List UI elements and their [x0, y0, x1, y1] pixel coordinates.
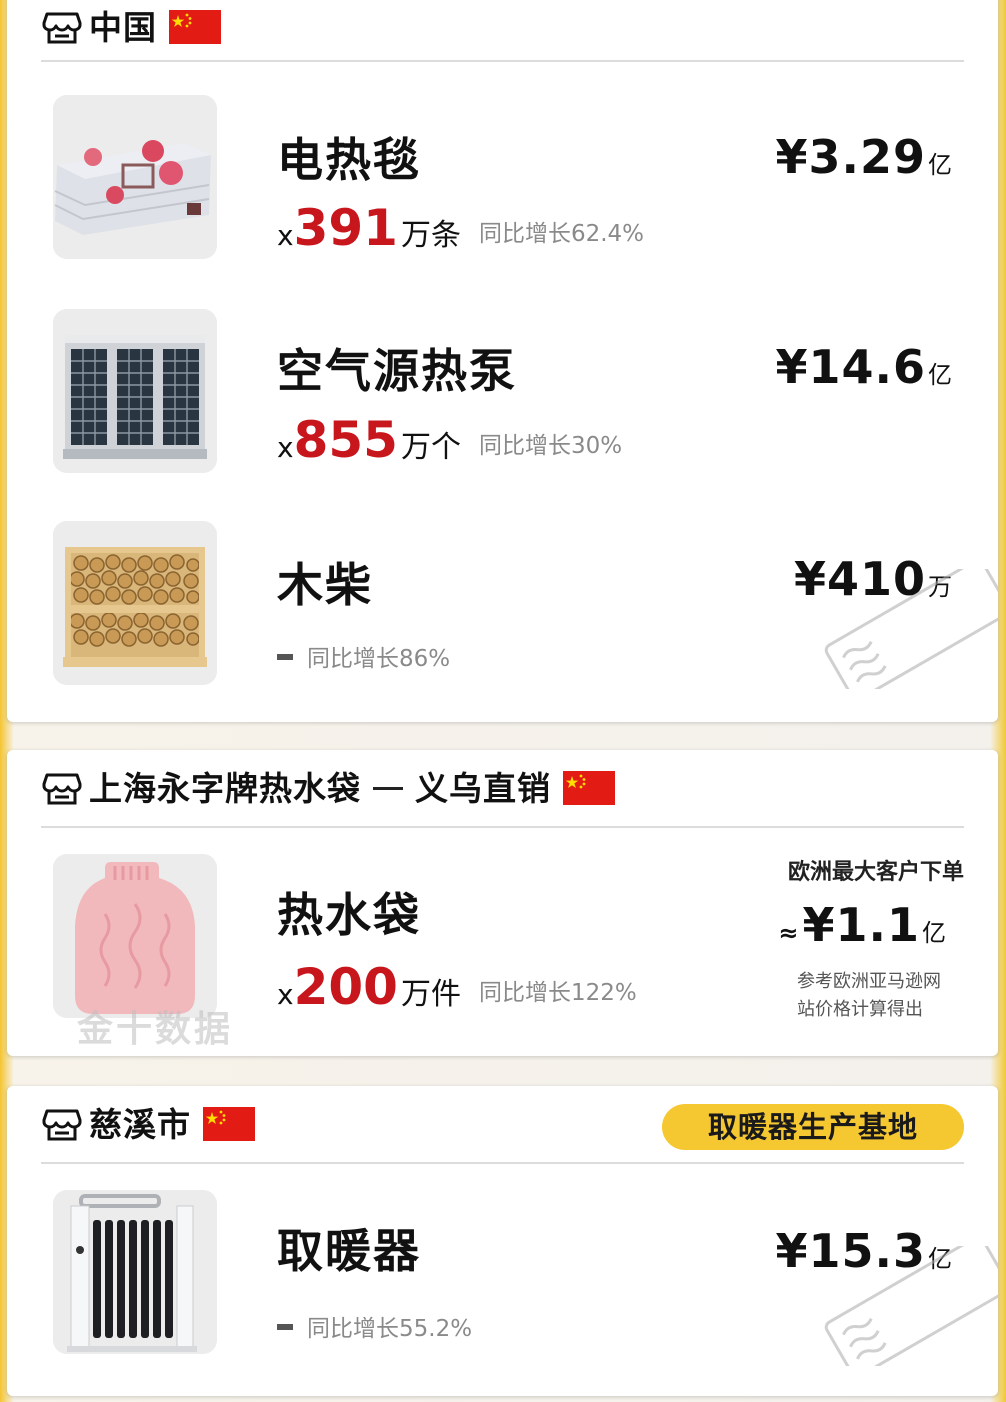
section-card-hot-water-bag: 上海永字牌热水袋 义乌直销 金十数据 热水袋 x200 万件 同比增长122% 欧洲…	[7, 750, 998, 1056]
region-title: 中国	[89, 7, 157, 47]
product-image-heat-pump	[53, 309, 217, 473]
growth-rate: 同比增长30%	[478, 433, 623, 459]
section-header: 中国	[41, 0, 964, 62]
growth-rate: 同比增长55.2%	[307, 1316, 473, 1342]
store-icon	[42, 12, 82, 44]
china-flag-icon	[203, 1107, 255, 1141]
product-image-firewood	[53, 521, 217, 685]
price-note-line: 参考欧洲亚马逊网	[797, 971, 941, 992]
no-quantity-dash	[277, 654, 293, 660]
title-separator	[373, 786, 403, 790]
product-name: 取暖器	[277, 1224, 421, 1278]
quantity-unit: 万条	[400, 218, 461, 253]
store-icon	[42, 1109, 82, 1141]
region-subtitle: 义乌直销	[415, 768, 551, 808]
product-growth-row: 同比增长86%	[277, 648, 450, 671]
sales-value: ≈¥1.1亿	[778, 902, 946, 948]
product-name: 木柴	[277, 558, 373, 612]
section-header: 慈溪市 取暖器生产基地	[41, 1086, 964, 1164]
quantity-number: 855	[293, 411, 398, 469]
price-unit: 亿	[928, 361, 952, 389]
store-icon	[42, 773, 82, 805]
quantity-number: 200	[293, 958, 398, 1016]
no-quantity-dash	[277, 1324, 293, 1330]
sales-value: ¥14.6亿	[775, 344, 952, 390]
price-unit: 亿	[922, 919, 946, 947]
product-quantity: x200 万件 同比增长122%	[277, 962, 637, 1012]
product-quantity: x855 万个 同比增长30%	[277, 415, 622, 465]
watermark-stamp	[824, 569, 998, 689]
price-value: ¥3.29	[775, 130, 926, 184]
watermark-stamp	[824, 1246, 998, 1366]
china-flag-icon	[563, 771, 615, 805]
product-quantity: x391 万条 同比增长62.4%	[277, 203, 644, 253]
production-base-badge: 取暖器生产基地	[662, 1104, 964, 1150]
watermark-text: 金十数据	[77, 1009, 234, 1050]
price-note-line: 站价格计算得出	[797, 999, 923, 1020]
product-name: 空气源热泵	[277, 344, 517, 398]
product-growth-row: 同比增长55.2%	[277, 1318, 472, 1341]
growth-rate: 同比增长86%	[307, 646, 451, 672]
product-name: 电热毯	[277, 133, 421, 187]
price-value: ¥14.6	[775, 340, 926, 394]
quantity-prefix: x	[277, 219, 294, 252]
product-image-heater	[53, 1190, 217, 1354]
section-card-china: 中国 电热毯 x391 万条 同比增长62.4% ¥3.29亿 空气源热泵 x8…	[7, 0, 998, 722]
quantity-unit: 万件	[400, 977, 461, 1012]
section-card-cixi: 慈溪市 取暖器生产基地 取暖器 同比增长55.2% ¥15.3亿	[7, 1086, 998, 1396]
quantity-unit: 万个	[400, 430, 461, 465]
price-note-top: 欧洲最大客户下单	[787, 860, 964, 885]
region-title: 慈溪市	[89, 1104, 191, 1144]
sales-value: ¥3.29亿	[775, 134, 952, 180]
quantity-prefix: x	[277, 431, 294, 464]
region-title: 上海永字牌热水袋	[89, 768, 361, 808]
approx-sign: ≈	[778, 919, 799, 947]
china-flag-icon	[169, 10, 221, 44]
quantity-number: 391	[293, 199, 398, 257]
section-header: 上海永字牌热水袋 义乌直销	[41, 750, 964, 828]
product-name: 热水袋	[277, 888, 421, 942]
quantity-prefix: x	[277, 978, 294, 1011]
price-value: ¥1.1	[802, 898, 920, 952]
price-note-bottom: 参考欧洲亚马逊网 站价格计算得出	[797, 968, 941, 1024]
growth-rate: 同比增长122%	[478, 980, 637, 1006]
product-image-hot-water-bag	[53, 854, 217, 1018]
growth-rate: 同比增长62.4%	[478, 221, 645, 247]
price-unit: 亿	[928, 151, 952, 179]
product-image-electric-blanket	[53, 95, 217, 259]
